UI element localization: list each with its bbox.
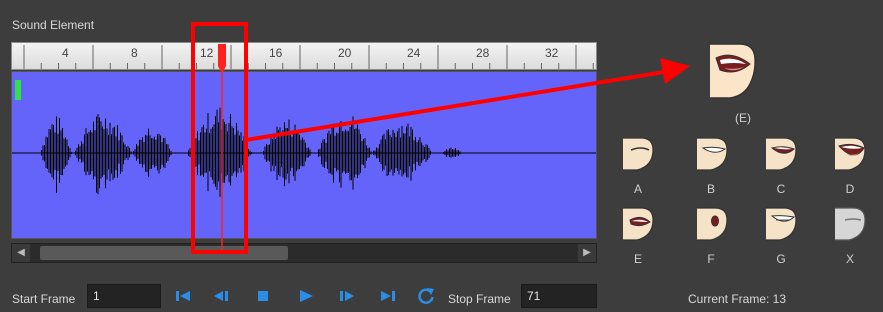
mouth-label-d: D (845, 182, 855, 196)
mouth-label-g: G (776, 252, 786, 266)
mouth-icon-g[interactable] (764, 206, 798, 247)
mouth-label-e: E (633, 252, 642, 266)
scroll-right-arrow-icon[interactable]: ▶ (578, 244, 596, 262)
sound-start-marker[interactable] (15, 80, 21, 100)
ruler-label: 16 (269, 46, 283, 60)
play-icon (300, 290, 313, 302)
stop-icon (258, 291, 268, 301)
mouth-preview-image (706, 40, 758, 107)
loop-button[interactable] (416, 287, 436, 305)
mouth-label-b: B (706, 182, 715, 196)
next-frame-button[interactable] (337, 287, 357, 305)
step-back-icon (214, 291, 228, 301)
ruler-label: 32 (545, 46, 559, 60)
start-frame-field[interactable]: 1 (87, 284, 161, 308)
ruler-label: 4 (62, 46, 69, 60)
ruler-label: 28 (476, 46, 490, 60)
stop-button[interactable] (253, 287, 273, 305)
mouth-preview-label: (E) (735, 111, 751, 125)
previous-frame-button[interactable] (211, 287, 231, 305)
mouth-label-x: X (845, 252, 854, 266)
mouth-label-c: C (776, 182, 786, 196)
mouth-icon-x[interactable] (833, 206, 867, 247)
mouth-icon-f[interactable] (695, 206, 729, 247)
stop-frame-field[interactable]: 71 (521, 284, 597, 308)
ruler-label: 20 (338, 46, 352, 60)
scrollbar-thumb[interactable] (40, 246, 288, 260)
waveform (12, 107, 596, 197)
first-frame-icon (176, 291, 190, 301)
ruler-label: 12 (200, 46, 214, 60)
panel-title: Sound Element (12, 18, 95, 32)
start-frame-label: Start Frame (12, 292, 76, 306)
mouth-label-a: A (633, 182, 642, 196)
mouth-label-f: F (707, 252, 715, 266)
mouth-icon-e[interactable] (621, 206, 655, 247)
loop-icon (418, 288, 434, 304)
current-frame-label: Current Frame: 13 (688, 292, 787, 306)
ruler-label: 24 (407, 46, 421, 60)
mouth-icon-b[interactable] (695, 136, 729, 177)
mouth-icon-d[interactable] (833, 136, 867, 177)
ruler-ticks (23, 45, 594, 69)
callout-arrowhead-icon (660, 58, 690, 84)
stop-frame-label: Stop Frame (448, 292, 511, 306)
last-frame-icon (381, 291, 395, 301)
horizontal-scrollbar[interactable]: ◀ ▶ (11, 243, 597, 263)
mouth-icon-c[interactable] (764, 136, 798, 177)
play-button[interactable] (296, 287, 316, 305)
mouth-icon-a[interactable] (621, 136, 655, 177)
ruler-label: 8 (131, 46, 138, 60)
frame-ruler[interactable]: 4 8 12 16 20 24 28 32 (11, 42, 597, 70)
last-frame-button[interactable] (378, 287, 398, 305)
waveform-area[interactable] (11, 71, 597, 239)
first-frame-button[interactable] (173, 287, 193, 305)
scroll-left-arrow-icon[interactable]: ◀ (12, 244, 30, 262)
step-forward-icon (340, 291, 354, 301)
